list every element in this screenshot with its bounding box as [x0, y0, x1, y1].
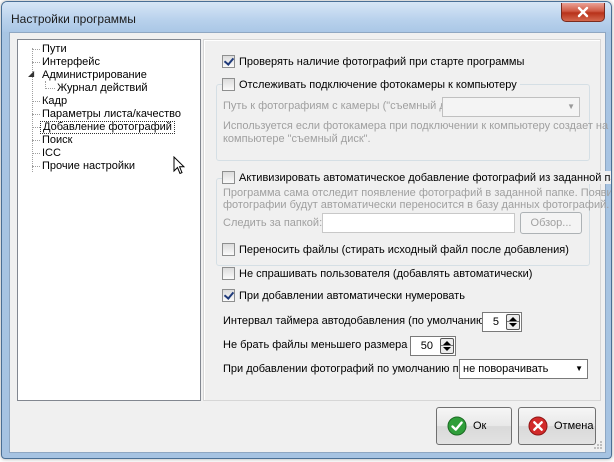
watch-folder-input[interactable] [322, 213, 515, 233]
move-files-checkbox[interactable] [222, 243, 235, 256]
mouse-cursor-icon [173, 156, 185, 175]
tree-item-paths[interactable]: Пути [40, 43, 69, 56]
auto-add-hint-line2: фотографии будут автоматически переносит… [223, 199, 610, 211]
tree-item-search[interactable]: Поиск [40, 134, 74, 147]
min-size-spinbox[interactable]: 50 [410, 336, 456, 356]
track-camera-row[interactable]: Отслеживать подключение фотокамеры к ком… [222, 78, 520, 91]
tree-connector [32, 101, 40, 102]
title-bar[interactable]: Настройки программы [2, 2, 611, 32]
tree-item-administration[interactable]: Администрирование [40, 69, 149, 82]
tree-item-action-log[interactable]: Журнал действий [55, 82, 150, 95]
tree-connector [32, 140, 40, 141]
cancel-icon [528, 416, 548, 436]
tree-connector [32, 62, 40, 63]
tree-item-sheet-quality[interactable]: Параметры листа/качество [40, 108, 183, 121]
auto-add-checkbox[interactable] [222, 171, 235, 184]
tree-connector [32, 49, 40, 50]
auto-number-checkbox[interactable] [222, 289, 235, 302]
camera-path-combo[interactable]: ▼ [442, 97, 580, 117]
checkmark-icon [447, 416, 467, 436]
auto-number-label: При добавлении автоматически нумеровать [239, 289, 465, 302]
move-files-row[interactable]: Переносить файлы (стирать исходный файл … [222, 243, 569, 256]
camera-path-hint-line2: компьютере "съемный диск". [223, 133, 371, 145]
spin-arrows-icon[interactable] [440, 338, 454, 354]
settings-panel: Проверять наличие фотографий при старте … [203, 39, 611, 401]
settings-window: Настройки программы ◢ Пути Интерфейс Адм… [1, 1, 612, 459]
close-icon [577, 6, 589, 18]
tree-item-other[interactable]: Прочие настройки [40, 160, 137, 173]
auto-add-label: Активизировать автоматическое добавление… [239, 171, 612, 184]
rotate-combo[interactable]: не поворачивать ▼ [459, 359, 588, 379]
ok-button[interactable]: Ок [436, 407, 512, 445]
check-photos-on-start-row[interactable]: Проверять наличие фотографий при старте … [222, 55, 524, 68]
auto-number-row[interactable]: При добавлении автоматически нумеровать [222, 289, 465, 302]
settings-tree[interactable]: ◢ Пути Интерфейс Администрирование Журна… [17, 39, 201, 401]
spin-arrows-icon[interactable] [506, 314, 520, 330]
cancel-button[interactable]: Отмена [518, 407, 596, 445]
dont-ask-row[interactable]: Не спрашивать пользователя (добавлять ав… [222, 267, 532, 280]
expanded-arrow-icon[interactable]: ◢ [28, 69, 34, 78]
cancel-label: Отмена [554, 420, 594, 432]
browse-button[interactable]: Обзор... [520, 212, 582, 234]
dropdown-arrow-icon: ▼ [575, 364, 583, 373]
timer-value: 5 [492, 316, 499, 328]
tree-connector [45, 88, 55, 89]
ok-label: Ок [473, 420, 487, 432]
rotate-value: не поворачивать [463, 363, 549, 375]
track-camera-checkbox[interactable] [222, 78, 235, 91]
timer-label: Интервал таймера автодобавления (по умол… [223, 315, 520, 327]
min-size-value: 50 [420, 340, 433, 352]
dont-ask-label: Не спрашивать пользователя (добавлять ав… [239, 267, 533, 280]
timer-spinbox[interactable]: 5 [482, 312, 522, 332]
tree-connector [32, 127, 40, 128]
tree-item-icc[interactable]: ICC [40, 147, 63, 160]
move-files-label: Переносить файлы (стирать исходный файл … [239, 243, 569, 256]
tree-connector [32, 153, 40, 154]
tree-connector [32, 166, 40, 167]
dialog-client: ◢ Пути Интерфейс Администрирование Журна… [9, 32, 611, 453]
auto-add-hint-line1: Программа сама отследит появление фотогр… [223, 187, 612, 199]
camera-path-hint-line1: Используется если фотокамера при подключ… [223, 120, 609, 132]
watch-folder-label: Следить за папкой: [223, 217, 323, 229]
resize-grip-icon[interactable] [593, 440, 603, 450]
check-photos-on-start-label: Проверять наличие фотографий при старте … [239, 55, 525, 68]
check-photos-on-start-checkbox[interactable] [222, 55, 235, 68]
window-title: Настройки программы [11, 12, 136, 26]
min-size-label: Не брать файлы меньшего размера (Kb) [223, 339, 432, 351]
tree-connector [32, 114, 40, 115]
dropdown-arrow-icon: ▼ [567, 102, 575, 111]
close-button[interactable] [561, 3, 605, 22]
tree-item-frame[interactable]: Кадр [40, 95, 69, 108]
auto-add-row[interactable]: Активизировать автоматическое добавление… [222, 171, 612, 184]
camera-path-label: Путь к фотографиям с камеры ("съемный ди… [223, 100, 473, 112]
track-camera-label: Отслеживать подключение фотокамеры к ком… [239, 78, 517, 91]
tree-item-interface[interactable]: Интерфейс [40, 56, 102, 69]
dont-ask-checkbox[interactable] [222, 267, 235, 280]
tree-item-add-photos[interactable]: Добавление фотографий [40, 121, 175, 134]
